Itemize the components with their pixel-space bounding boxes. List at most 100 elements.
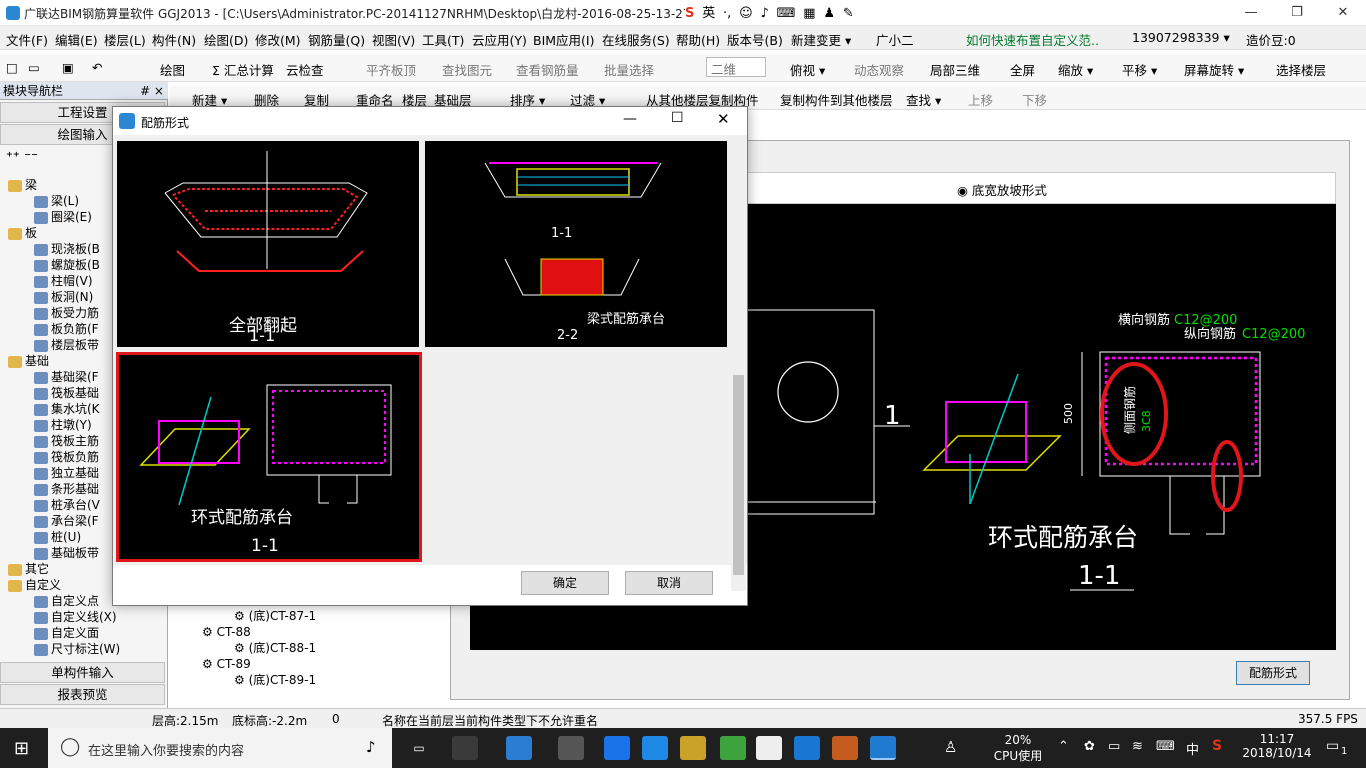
dialog-maximize-icon[interactable]: ☐ bbox=[671, 110, 684, 126]
new-file-icon[interactable]: □ bbox=[6, 60, 18, 75]
mic-search-icon[interactable]: ♪ bbox=[366, 738, 376, 756]
tree-item[interactable]: 梁(L) bbox=[34, 193, 79, 209]
tree-item[interactable]: 圈梁(E) bbox=[34, 209, 92, 225]
component-list-item[interactable]: ⚙ CT-89 bbox=[202, 656, 251, 672]
align-slab-top-button[interactable]: 平齐板顶 bbox=[366, 60, 416, 79]
save-icon[interactable]: ▣ bbox=[62, 60, 74, 75]
menu-cloud[interactable]: 云应用(Y) bbox=[472, 30, 527, 49]
360-browser-icon[interactable] bbox=[720, 736, 746, 760]
ok-button[interactable]: 确定 bbox=[521, 571, 609, 595]
undo-icon[interactable]: ↶ bbox=[92, 60, 102, 75]
open-folder-icon[interactable]: ▭ bbox=[28, 60, 40, 75]
menu-rebar-qty[interactable]: 钢筋量(Q) bbox=[308, 30, 365, 49]
cancel-button[interactable]: 取消 bbox=[625, 571, 713, 595]
form-option-full-bendup[interactable]: 全部翻起 1-1 bbox=[117, 141, 419, 347]
menu-online[interactable]: 在线服务(S) bbox=[602, 30, 670, 49]
tree-folder[interactable]: 基础 bbox=[8, 353, 49, 369]
move-down-button[interactable]: 下移 bbox=[1022, 90, 1047, 109]
summary-calc-button[interactable]: Σ 汇总计算 bbox=[212, 60, 274, 79]
menu-beans[interactable]: 造价豆:0 bbox=[1246, 30, 1296, 49]
restore-button[interactable]: ❐ bbox=[1274, 0, 1320, 26]
menu-file[interactable]: 文件(F) bbox=[6, 30, 48, 49]
report-preview-button[interactable]: 报表预览 bbox=[0, 684, 165, 705]
tree-item[interactable]: 筏板负筋 bbox=[34, 449, 99, 465]
tree-item[interactable]: 筏板主筋 bbox=[34, 433, 99, 449]
close-button[interactable]: ✕ bbox=[1320, 0, 1366, 26]
edge-icon[interactable] bbox=[506, 736, 532, 760]
glodon-g-icon[interactable] bbox=[794, 736, 820, 760]
fan-app-icon[interactable] bbox=[452, 736, 478, 760]
menu-help[interactable]: 帮助(H) bbox=[676, 30, 720, 49]
ie-icon[interactable] bbox=[642, 736, 668, 760]
top-view-button[interactable]: 俯视 ▾ bbox=[790, 60, 825, 79]
sogou-tray-icon[interactable]: S bbox=[1212, 738, 1222, 754]
tree-item[interactable]: 基础梁(F bbox=[34, 369, 99, 385]
menu-tools[interactable]: 工具(T) bbox=[422, 30, 464, 49]
notification-icon[interactable]: ▭ bbox=[1326, 738, 1339, 754]
tree-item[interactable]: 自定义面 bbox=[34, 625, 99, 641]
tree-item[interactable]: 条形基础 bbox=[34, 481, 99, 497]
tree-item[interactable]: 尺寸标注(W) bbox=[34, 641, 120, 657]
copy-to-floor-button[interactable]: 复制构件到其他楼层 bbox=[780, 90, 893, 109]
ime-toolbar[interactable]: S 英 ·, ☺ ♪ ⌨ ▦ ♟ ✎ bbox=[685, 3, 885, 25]
rebar-form-button[interactable]: 配筋形式 bbox=[1236, 661, 1310, 685]
menu-guangxiaoer[interactable]: 广小二 bbox=[876, 30, 914, 49]
windows-start-icon[interactable]: ⊞ bbox=[14, 738, 29, 759]
minimize-button[interactable]: — bbox=[1228, 0, 1274, 26]
file-explorer-icon[interactable] bbox=[680, 736, 706, 760]
keyboard-icon[interactable]: ⌨ bbox=[777, 3, 796, 25]
cloud-check-button[interactable]: 云检查 bbox=[286, 60, 324, 79]
tree-item[interactable]: 柱墩(Y) bbox=[34, 417, 92, 433]
zoom-button[interactable]: 缩放 ▾ bbox=[1058, 60, 1093, 79]
shirt-icon[interactable]: ♟ bbox=[823, 3, 835, 25]
rotate-screen-button[interactable]: 屏幕旋转 ▾ bbox=[1184, 60, 1244, 79]
tree-item[interactable]: 承台梁(F bbox=[34, 513, 99, 529]
fullscreen-button[interactable]: 全屏 bbox=[1010, 60, 1035, 79]
menu-version[interactable]: 版本号(B) bbox=[727, 30, 783, 49]
tree-folder[interactable]: 其它 bbox=[8, 561, 49, 577]
edge-blue-icon[interactable] bbox=[604, 736, 630, 760]
tree-folder[interactable]: 自定义 bbox=[8, 577, 61, 593]
menu-draw[interactable]: 绘图(D) bbox=[204, 30, 248, 49]
menu-edit[interactable]: 编辑(E) bbox=[55, 30, 98, 49]
pan-button[interactable]: 平移 ▾ bbox=[1122, 60, 1157, 79]
mic-icon[interactable]: ♪ bbox=[761, 3, 769, 25]
view-rebar-qty-button[interactable]: 查看钢筋量 bbox=[516, 60, 579, 79]
dialog-minimize-icon[interactable]: — bbox=[623, 111, 637, 127]
pin-icon[interactable]: # × bbox=[140, 82, 164, 100]
tree-item[interactable]: 桩承台(V bbox=[34, 497, 100, 513]
tree-item[interactable]: 独立基础 bbox=[34, 465, 99, 481]
punctuation-icon[interactable]: ·, bbox=[723, 3, 731, 25]
tree-item[interactable]: 柱帽(V) bbox=[34, 273, 93, 289]
menu-account[interactable]: 13907298339 ▾ bbox=[1132, 30, 1230, 45]
people-icon[interactable]: ♙ bbox=[944, 738, 957, 756]
tree-item[interactable]: 筏板基础 bbox=[34, 385, 99, 401]
menu-tip-link[interactable]: 如何快速布置自定义范.. bbox=[966, 30, 1099, 49]
dialog-close-icon[interactable]: ✕ bbox=[717, 110, 730, 128]
app-icon-3[interactable] bbox=[558, 736, 584, 760]
tree-item[interactable]: 板受力筋 bbox=[34, 305, 99, 321]
tree-item[interactable]: 楼层板带 bbox=[34, 337, 99, 353]
sogou-icon[interactable]: S bbox=[685, 3, 694, 25]
tray-up-arrow-icon[interactable]: ⌃ bbox=[1058, 739, 1069, 754]
radio-bottom-slope[interactable]: ◉ 底宽放坡形式 bbox=[957, 180, 1047, 199]
wifi-icon[interactable]: ≋ bbox=[1132, 739, 1143, 754]
local-3d-button[interactable]: 局部三维 bbox=[930, 60, 980, 79]
menu-component[interactable]: 构件(N) bbox=[152, 30, 196, 49]
emoji-icon[interactable]: ☺ bbox=[739, 3, 753, 25]
radio-checked-icon[interactable]: ◉ bbox=[957, 183, 968, 198]
single-component-button[interactable]: 单构件输入 bbox=[0, 662, 165, 683]
find-button[interactable]: 查找 ▾ bbox=[906, 90, 941, 109]
menu-new-change[interactable]: 新建变更 ▾ bbox=[791, 30, 851, 49]
component-list-item[interactable]: ⚙ (底)CT-87-1 bbox=[234, 608, 316, 624]
component-list-item[interactable]: ⚙ (底)CT-89-1 bbox=[234, 672, 316, 688]
menu-floor[interactable]: 楼层(L) bbox=[104, 30, 146, 49]
tree-item[interactable]: 板负筋(F bbox=[34, 321, 99, 337]
tree-item[interactable]: 螺旋板(B bbox=[34, 257, 100, 273]
tree-folder[interactable]: 板 bbox=[8, 225, 37, 241]
language-indicator[interactable]: 中 bbox=[1186, 739, 1199, 758]
draw-button[interactable]: 绘图 bbox=[160, 60, 185, 79]
select-floor-button[interactable]: 选择楼层 bbox=[1276, 60, 1326, 79]
menu-bim[interactable]: BIM应用(I) bbox=[533, 30, 595, 49]
task-view-icon[interactable]: ▭ bbox=[406, 736, 432, 760]
